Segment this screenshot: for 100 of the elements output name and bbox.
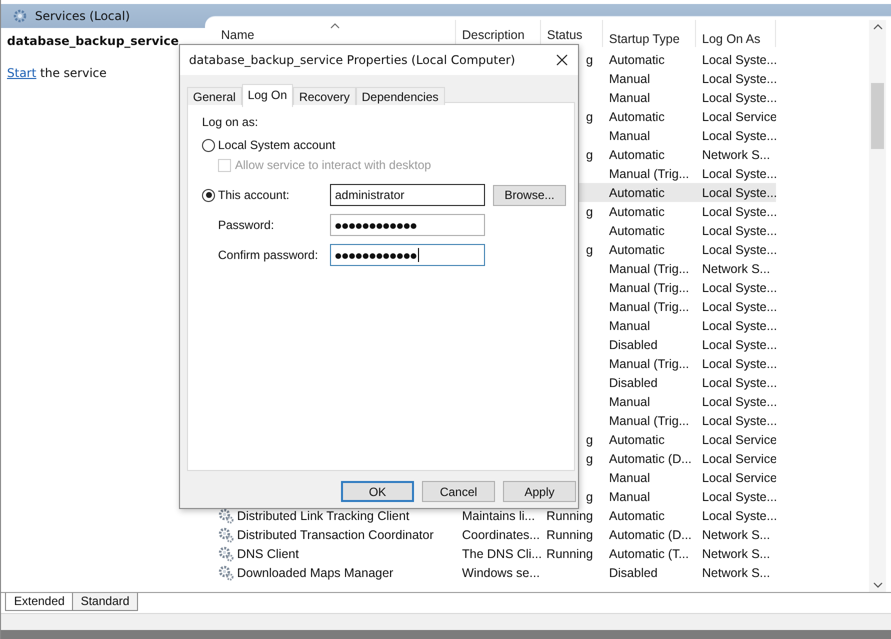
dialog-button[interactable]: OK (341, 481, 414, 502)
status-cell: g (586, 452, 593, 466)
table-row[interactable]: Downloaded Maps Manager Windows se... Disabled Network S... (215, 563, 776, 582)
log-on-as-cell: Local Syste... (702, 166, 776, 180)
description-cell: The DNS Cli... (462, 546, 541, 560)
service-name: database_backup_service (7, 34, 180, 48)
dialog-tab[interactable]: Recovery (293, 87, 356, 105)
scrollbar[interactable] (869, 20, 886, 592)
log-on-as-cell: Network S... (702, 566, 770, 580)
dialog-tab[interactable]: Dependencies (356, 87, 444, 105)
log-on-as-cell: Local Syste... (702, 204, 776, 218)
gears-icon (218, 508, 234, 524)
table-row[interactable]: DNS Client The DNS Cli... Running Automatic (T... Network S... (215, 544, 776, 563)
description-cell: Coordinates... (462, 528, 540, 542)
log-on-as-cell: Local Syste... (702, 318, 776, 332)
radio-button[interactable] (202, 188, 215, 202)
status-cell: Running (546, 546, 593, 560)
log-on-as-cell: Local Syste... (702, 376, 776, 390)
view-tab[interactable]: Extended (5, 593, 74, 611)
radio-label: Local System account (218, 138, 336, 152)
log-on-as-cell: Local Syste... (702, 490, 776, 504)
dialog-button[interactable]: Apply (503, 481, 576, 502)
table-row[interactable]: Distributed Link Tracking Client Maintains li... Running Automatic Local Syste... (215, 506, 776, 525)
log-on-as-cell: Local Syste... (702, 242, 776, 256)
scroll-down-icon[interactable] (872, 582, 882, 588)
startup-type-cell: Disabled (609, 376, 658, 390)
startup-type-cell: Automatic (609, 110, 665, 124)
gears-icon (218, 526, 234, 542)
service-name-cell: Downloaded Maps Manager (237, 566, 394, 580)
log-on-as-cell: Local Syste... (702, 356, 776, 370)
log-on-as-cell: Local Syste... (702, 72, 776, 86)
account-field[interactable]: administrator (330, 184, 485, 206)
status-cell: g (586, 148, 593, 162)
status-cell: g (586, 432, 593, 446)
service-name-cell: Distributed Link Tracking Client (237, 508, 410, 522)
startup-type-cell: Manual (Trig... (609, 414, 690, 428)
startup-type-cell: Manual (609, 318, 650, 332)
radio-button[interactable] (202, 138, 215, 152)
status-cell: Running (546, 508, 593, 522)
status-cell: g (586, 204, 593, 218)
startup-type-cell: Automatic (609, 148, 665, 162)
log-on-as-cell: Local Syste... (702, 52, 776, 66)
startup-type-cell: Manual (609, 394, 650, 408)
log-on-as-cell: Network S... (702, 546, 770, 560)
scroll-up-icon[interactable] (872, 24, 882, 30)
dialog-tab[interactable]: General (187, 87, 242, 105)
startup-type-cell: Automatic (609, 508, 665, 522)
startup-type-cell: Manual (Trig... (609, 356, 690, 370)
log-on-as-cell: Local Syste... (702, 300, 776, 314)
startup-type-cell: Manual (609, 490, 650, 504)
table-row[interactable]: Distributed Transaction Coordinator Coordinates... Running Automatic (D... Network S... (215, 525, 776, 544)
startup-type-cell: Automatic (609, 242, 665, 256)
confirm-password-label: Confirm password: (217, 248, 320, 262)
column-header[interactable]: Log On As (696, 20, 776, 47)
gears-icon (218, 546, 234, 562)
log-on-as-cell: Local Syste... (702, 338, 776, 352)
close-icon[interactable] (556, 54, 568, 66)
log-on-as-cell: Local Syste... (702, 394, 776, 408)
dialog-tab[interactable]: Log On (242, 84, 294, 107)
dialog-button[interactable]: Cancel (422, 481, 495, 502)
startup-type-cell: Automatic (T... (609, 546, 689, 560)
column-header[interactable]: Startup Type (603, 20, 696, 47)
log-on-as-cell: Local Syste... (702, 128, 776, 142)
startup-type-cell: Manual (Trig... (609, 262, 690, 276)
description-cell: Maintains li... (462, 508, 535, 522)
startup-type-cell: Manual (Trig... (609, 166, 690, 180)
log-on-as-cell: Local Syste... (702, 186, 776, 200)
start-link[interactable]: Start (7, 66, 36, 80)
password-label: Password: (217, 218, 276, 232)
startup-type-cell: Manual (Trig... (609, 300, 690, 314)
service-name-cell: DNS Client (237, 546, 299, 560)
startup-type-cell: Automatic (609, 186, 665, 200)
startup-type-cell: Automatic (609, 224, 665, 238)
checkbox-label: Allow service to interact with desktop (235, 158, 432, 172)
view-tab[interactable]: Standard (72, 593, 138, 611)
service-name-cell: Distributed Transaction Coordinator (237, 528, 434, 542)
status-cell: g (586, 490, 593, 504)
log-on-as-cell: Local Syste... (702, 280, 776, 294)
startup-type-cell: Manual (609, 470, 650, 484)
startup-type-cell: Automatic (609, 432, 665, 446)
status-cell: g (586, 242, 593, 256)
startup-type-cell: Manual (Trig... (609, 280, 690, 294)
startup-type-cell: Automatic (D... (609, 452, 692, 466)
browse-button[interactable]: Browse... (493, 184, 566, 206)
startup-type-cell: Automatic (D... (609, 528, 692, 542)
log-on-as-cell: Network S... (702, 148, 770, 162)
scrollbar-thumb[interactable] (871, 83, 884, 149)
status-cell: Running (546, 528, 593, 542)
header-title: Services (Local) (35, 9, 130, 23)
startup-type-cell: Automatic (609, 52, 665, 66)
log-on-as-cell: Network S... (702, 262, 770, 276)
sort-caret-icon (330, 23, 340, 29)
status-cell: g (586, 52, 593, 66)
log-on-as-cell: Network S... (702, 528, 770, 542)
dialog-title: database_backup_service Properties (Local Computer) (189, 53, 516, 67)
startup-type-cell: Manual (609, 72, 650, 86)
startup-type-cell: Automatic (609, 204, 665, 218)
log-on-as-cell: Local Syste... (702, 414, 776, 428)
startup-type-cell: Manual (609, 90, 650, 104)
log-on-label: Log on as: (202, 115, 260, 129)
